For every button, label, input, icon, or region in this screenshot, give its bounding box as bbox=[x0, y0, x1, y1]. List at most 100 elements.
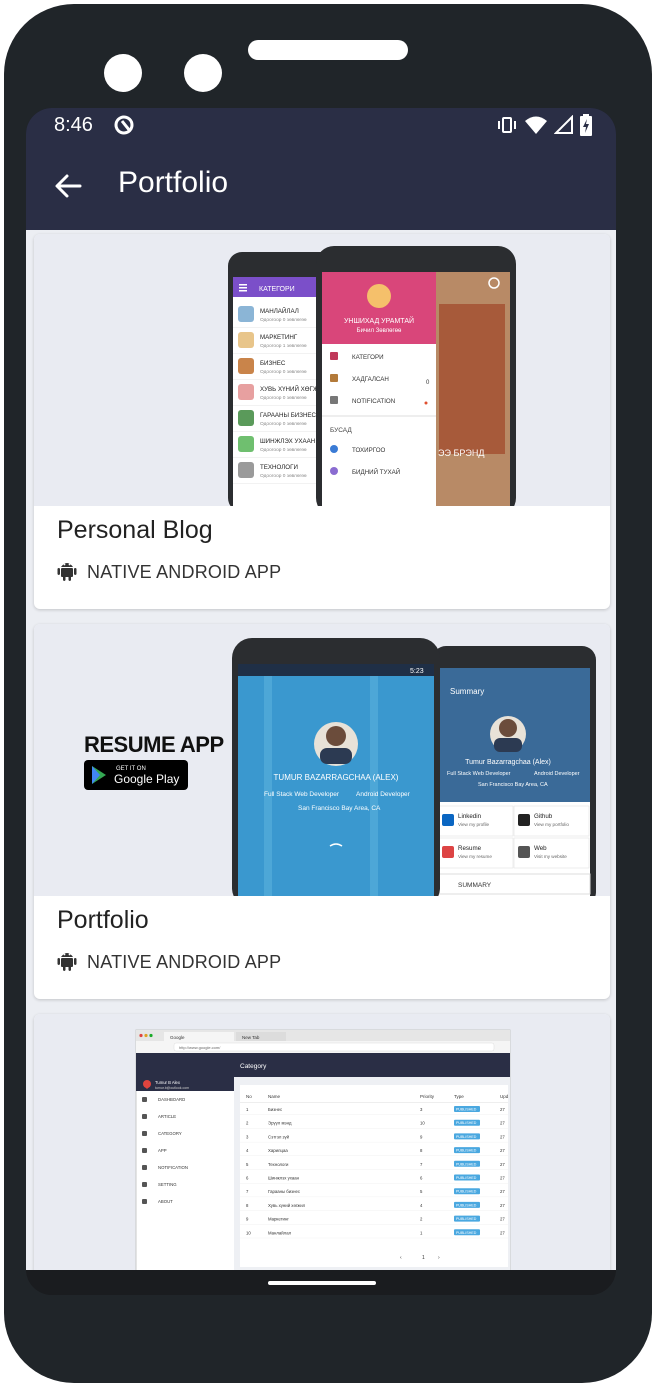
table-header: Priority bbox=[420, 1094, 435, 1099]
home-indicator[interactable] bbox=[268, 1281, 376, 1285]
link-tile-icon bbox=[518, 814, 530, 826]
table-cell: 10 bbox=[246, 1230, 251, 1235]
google-play-main: Google Play bbox=[114, 772, 179, 786]
portfolio-card-admin[interactable]: Google New Tab http://www.google.com/ Ca… bbox=[34, 1014, 610, 1270]
status-badge-text: PUBLISHED bbox=[456, 1203, 477, 1207]
table-cell: 27 bbox=[500, 1176, 505, 1181]
card-subtitle: NATIVE ANDROID APP bbox=[87, 952, 282, 972]
wifi-icon bbox=[524, 115, 548, 139]
menu-icon bbox=[142, 1165, 147, 1170]
portfolio-card-portfolio[interactable]: RESUME APP GET IT ON Google Play Summary… bbox=[34, 624, 610, 999]
dashboard-user-email: tumur.b@outlook.com bbox=[155, 1086, 189, 1090]
table-header: Type bbox=[454, 1094, 464, 1099]
drawer-item: БИДНИЙ ТУХАЙ bbox=[352, 468, 400, 476]
menu-icon bbox=[142, 1114, 147, 1119]
summary-header: Summary bbox=[450, 687, 484, 696]
category-name: МАНЛАЙЛАЛ bbox=[260, 307, 299, 315]
card-subtitle-row: NATIVE ANDROID APP bbox=[57, 949, 281, 976]
status-badge-text: PUBLISHED bbox=[456, 1135, 477, 1139]
category-icon bbox=[238, 462, 254, 478]
table-header: Name bbox=[268, 1094, 281, 1099]
category-name: ШИНЖЛЭХ УХААН bbox=[260, 438, 315, 445]
admin-menu-item: ARTICLE bbox=[158, 1114, 176, 1119]
drawer-item-icon bbox=[330, 467, 338, 475]
table-cell: 27 bbox=[500, 1148, 505, 1153]
battery-icon bbox=[580, 114, 592, 140]
link-tile-sub: View my resume bbox=[458, 854, 492, 859]
menu-icon bbox=[142, 1199, 147, 1204]
app-bar: 8:46 Portfolio bbox=[26, 108, 616, 230]
admin-menu-item: APP bbox=[158, 1148, 167, 1153]
table-cell: Харилцаа bbox=[268, 1148, 288, 1153]
drawer-section: БУСАД bbox=[330, 427, 352, 434]
portfolio-card-personal-blog[interactable]: КАТЕГОРИ МАНЛАЙЛАЛ Одоогоор 0 зөвлөгөө МАР… bbox=[34, 234, 610, 609]
browser-tab-2: New Tab bbox=[242, 1035, 260, 1040]
resume-location: San Francisco Bay Area, CA bbox=[298, 805, 381, 812]
alt-name: Tumur Bazarragchaa (Alex) bbox=[465, 759, 551, 766]
status-badge-text: PUBLISHED bbox=[456, 1121, 477, 1125]
resume-role1: Full Stack Web Developer bbox=[264, 791, 340, 798]
table-cell: Технологи bbox=[268, 1162, 289, 1167]
table-cell: Гарааны бизнес bbox=[268, 1189, 301, 1194]
phone-clock: 5:23 bbox=[410, 668, 424, 675]
table-cell: 10 bbox=[420, 1121, 425, 1126]
table-cell: 27 bbox=[500, 1121, 505, 1126]
category-count: Одоогоор 0 зөвлөгөө bbox=[260, 317, 307, 323]
category-name: ХУВЬ ХҮНИЙ ХӨГЖ bbox=[260, 385, 319, 393]
at-sign-icon bbox=[112, 113, 136, 141]
back-arrow-icon[interactable] bbox=[54, 172, 82, 204]
admin-dashboard-preview: Google New Tab http://www.google.com/ Ca… bbox=[34, 1014, 610, 1270]
category-name: МАРКЕТИНГ bbox=[260, 334, 298, 341]
status-badge-text: PUBLISHED bbox=[456, 1231, 477, 1235]
category-name: БИЗНЕС bbox=[260, 360, 286, 367]
drawer-item-icon bbox=[330, 396, 338, 404]
portfolio-list[interactable]: КАТЕГОРИ МАНЛАЙЛАЛ Одоогоор 0 зөвлөгөө МАР… bbox=[26, 230, 616, 1270]
drawer-item-icon bbox=[330, 374, 338, 382]
category-icon bbox=[238, 306, 254, 322]
left-header-text: КАТЕГОРИ bbox=[259, 286, 295, 293]
status-bar: 8:46 bbox=[26, 108, 616, 144]
drawer-item: NOTIFICATION bbox=[352, 398, 395, 405]
drawer-item-icon bbox=[330, 445, 338, 453]
table-cell: 27 bbox=[500, 1189, 505, 1194]
link-tile-sub: View my portfolio bbox=[534, 822, 569, 827]
alt-role2: Android Developer bbox=[534, 771, 580, 777]
personal-blog-preview: КАТЕГОРИ МАНЛАЙЛАЛ Одоогоор 0 зөвлөгөө МАР… bbox=[34, 234, 610, 506]
drawer-subtitle: Бичил Зөвлөгөө bbox=[357, 328, 402, 334]
front-camera bbox=[104, 54, 142, 92]
menu-icon bbox=[142, 1097, 147, 1102]
table-cell: Эрүүл мэнд bbox=[268, 1121, 292, 1126]
category-count: Одоогоор 0 зөвлөгөө bbox=[260, 473, 307, 479]
status-time: 8:46 bbox=[54, 114, 93, 136]
category-name: ТЕХНОЛОГИ bbox=[260, 464, 298, 471]
status-badge-text: PUBLISHED bbox=[456, 1149, 477, 1153]
link-tile-name: Resume bbox=[458, 845, 482, 852]
category-count: Одоогоор 1 зөвлөгөө bbox=[260, 343, 307, 349]
menu-icon bbox=[142, 1182, 147, 1187]
drawer-item: КАТЕГОРИ bbox=[352, 354, 384, 361]
table-cell: Манлайлал bbox=[268, 1230, 292, 1235]
category-count: Одоогоор 0 зөвлөгөө bbox=[260, 447, 307, 453]
table-cell: 27 bbox=[500, 1217, 505, 1222]
page-title: Portfolio bbox=[118, 166, 229, 199]
resume-app-logo: RESUME APP bbox=[84, 732, 224, 757]
table-cell: 27 bbox=[500, 1203, 505, 1208]
table-cell: Бизнес bbox=[268, 1107, 283, 1112]
admin-menu-item: SETTING bbox=[158, 1182, 177, 1187]
drawer-item: ТОХИРГОО bbox=[352, 447, 386, 454]
background-brand-text: ЭЭ БРЭНД bbox=[438, 448, 484, 458]
browser-tab-1: Google bbox=[170, 1035, 185, 1040]
category-icon bbox=[238, 332, 254, 348]
android-robot-icon bbox=[57, 559, 77, 586]
table-cell: 27 bbox=[500, 1162, 505, 1167]
category-icon bbox=[238, 436, 254, 452]
table-cell: Шинжлэх ухаан bbox=[268, 1176, 300, 1181]
navigation-bar bbox=[26, 1270, 616, 1295]
table-cell: Хувь хүний хөгжил bbox=[268, 1203, 306, 1208]
drawer-item: ХАДГАЛСАН bbox=[352, 376, 389, 383]
portfolio-preview: RESUME APP GET IT ON Google Play Summary… bbox=[34, 624, 610, 896]
menu-icon bbox=[142, 1148, 147, 1153]
device-screen: 8:46 Portfolio КАТЕГОРИ МАНЛАЙЛАЛ Одоого… bbox=[26, 108, 616, 1295]
link-tile-icon bbox=[442, 846, 454, 858]
alt-role1: Full Stack Web Developer bbox=[447, 771, 511, 777]
